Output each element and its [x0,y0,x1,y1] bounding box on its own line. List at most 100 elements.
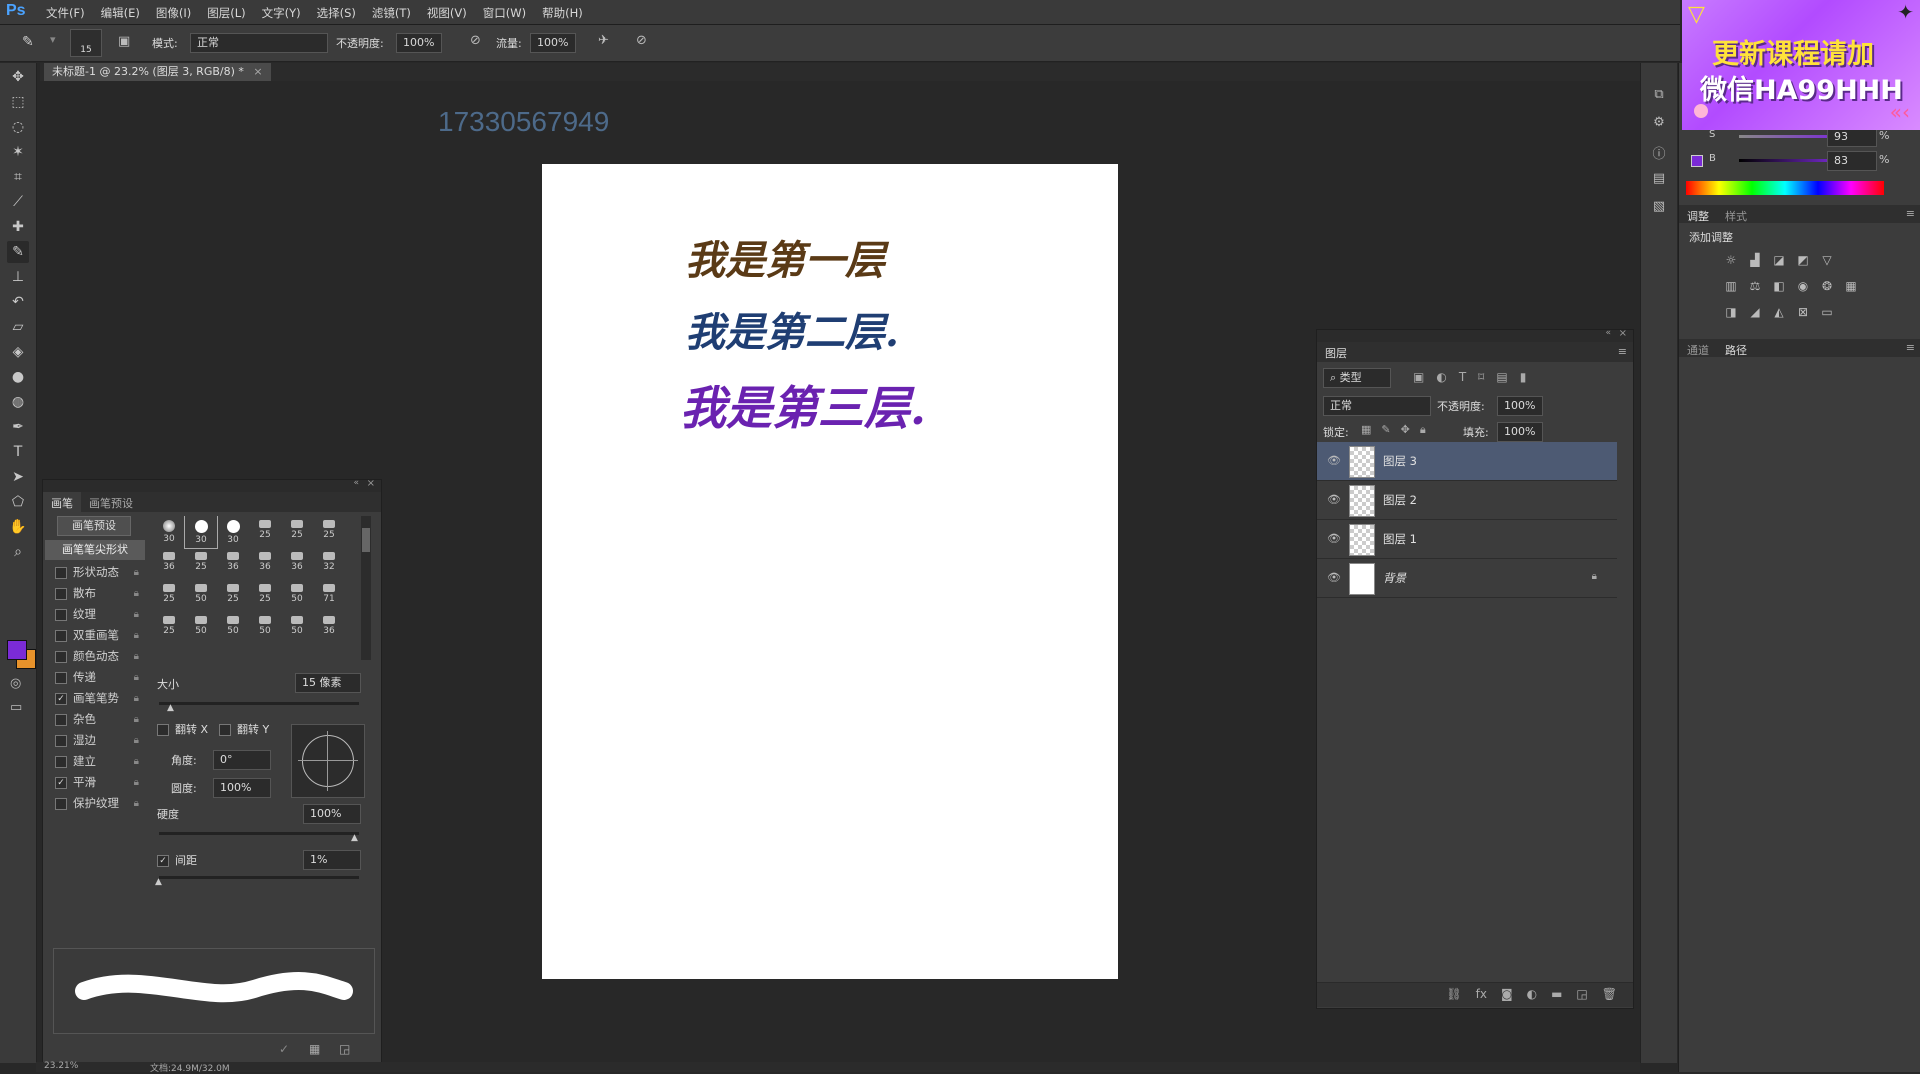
checkbox[interactable] [55,650,67,663]
hardness-input[interactable]: 100% [303,804,361,824]
brush-tip[interactable]: 25 [313,516,345,548]
pen-tool-icon[interactable]: ✒ [7,416,29,438]
hue-saturation-icon[interactable]: ▥ [1723,279,1739,293]
scroll-thumb[interactable] [362,528,370,552]
panel-menu-icon[interactable]: ≡ [1906,207,1915,220]
path-select-tool-icon[interactable]: ➤ [7,466,29,488]
lasso-tool-icon[interactable]: ◌ [7,116,29,138]
checkbox[interactable] [55,629,67,642]
brush-tip-scrollbar[interactable] [361,516,371,660]
menu-help[interactable]: 帮助(H) [542,5,583,21]
stamp-tool-icon[interactable]: ⊥ [7,266,29,288]
brush-grid-icon[interactable]: ▦ [309,1042,320,1056]
panel-menu-icon[interactable]: ≡ [1906,341,1915,354]
brush-tip[interactable]: 25 [153,580,185,612]
move-tool-icon[interactable]: ✥ [7,66,29,88]
paint-bucket-tool-icon[interactable]: ◈ [7,341,29,363]
option-wet-edges[interactable]: 湿边 🔒︎ [45,730,145,751]
tab-styles[interactable]: 样式 [1725,208,1747,224]
invert-icon[interactable]: ◨ [1723,305,1739,319]
close-icon[interactable]: × [253,65,262,78]
history-icon[interactable]: ⧉ [1650,87,1668,105]
brush-tip[interactable]: 50 [185,612,217,644]
pressure-size-icon[interactable]: ⊘ [636,33,647,48]
option-noise[interactable]: 杂色 🔒︎ [45,709,145,730]
blur-tool-icon[interactable]: ● [7,366,29,388]
shape-tool-icon[interactable]: ⬠ [7,491,29,513]
checkbox-checked[interactable]: ✓ [55,776,67,789]
checkbox[interactable] [55,587,67,600]
new-layer-icon[interactable]: ◲ [1576,987,1587,1001]
brush-tip[interactable]: 25 [249,580,281,612]
roundness-input[interactable]: 100% [213,778,271,798]
flow-input[interactable]: 100% [530,33,576,53]
color-lookup-icon[interactable]: ▦ [1843,279,1859,293]
tab-brush[interactable]: 画笔 [43,492,81,512]
brush-angle-preview[interactable] [291,724,365,798]
spacing-option[interactable]: ✓ 间距 [157,852,197,868]
lock-all-icon[interactable]: 🔒︎ [1420,423,1426,437]
black-white-icon[interactable]: ◧ [1771,279,1787,293]
checkbox[interactable] [157,724,169,736]
spacing-slider[interactable] [159,876,359,879]
gradient-map-icon[interactable]: ▭ [1819,305,1835,319]
panel-menu-icon[interactable]: ≡ [1618,345,1627,358]
size-slider[interactable] [159,702,359,705]
collapse-icon[interactable]: « [353,478,359,488]
brush-tip[interactable]: 71 [313,580,345,612]
brush-tip-selected[interactable]: 30 [184,516,218,549]
brush-tip[interactable]: 36 [313,612,345,644]
filter-type-icon[interactable]: T [1459,370,1466,384]
foreground-color-swatch[interactable] [7,640,27,660]
option-build-up[interactable]: 建立 🔒︎ [45,751,145,772]
brush-tool-icon[interactable]: ✎ [22,34,34,50]
menu-filter[interactable]: 滤镜(T) [372,5,411,21]
option-protect-texture[interactable]: 保护纹理 🔒︎ [45,793,145,814]
crop-tool-icon[interactable]: ⌗ [7,166,29,188]
airbrush-icon[interactable]: ✈ [598,33,609,48]
levels-icon[interactable]: ▟ [1747,253,1763,267]
tab-adjustments[interactable]: 调整 [1687,208,1709,224]
layer-row[interactable]: 👁︎ 图层 3 [1317,442,1617,481]
option-scattering[interactable]: 散布 🔒︎ [45,583,145,604]
checkbox[interactable] [55,734,67,747]
layer-mask-icon[interactable]: ◙ [1501,987,1513,1001]
close-icon[interactable]: × [367,478,375,489]
chevron-down-icon[interactable]: ▾ [50,33,56,46]
collapse-icon[interactable]: « [1605,328,1611,338]
selective-color-icon[interactable]: ⊠ [1795,305,1811,319]
lock-pixels-icon[interactable]: ✎ [1381,423,1390,437]
filter-adjustment-icon[interactable]: ◐ [1436,370,1446,384]
filter-kind-select[interactable]: ⌕ 类型 [1323,368,1391,388]
tab-paths[interactable]: 路径 [1725,342,1747,358]
eye-icon[interactable]: 👁︎ [1327,532,1341,545]
screen-mode-icon[interactable]: ▭ [10,700,22,715]
blend-mode-select[interactable]: 正常 [1323,396,1431,416]
info-icon[interactable]: ⓘ [1650,143,1668,162]
eyedropper-tool-icon[interactable]: ⟋ [7,191,29,213]
lock-transparent-icon[interactable]: ▦ [1361,423,1371,437]
trash-icon[interactable]: 🗑︎ [1602,987,1617,1001]
eye-icon[interactable]: 👁︎ [1327,571,1341,584]
checkbox[interactable] [55,755,67,768]
brush-tool-icon[interactable]: ✎ [7,241,29,263]
brush-tip[interactable]: 36 [281,548,313,580]
brush-panel-toggle-icon[interactable]: ▣ [118,34,130,49]
filter-shape-icon[interactable]: ⌑ [1478,370,1484,384]
menu-image[interactable]: 图像(I) [156,5,191,21]
new-group-icon[interactable]: ▬ [1551,987,1562,1001]
checkbox[interactable] [55,566,67,579]
type-tool-icon[interactable]: T [7,441,29,463]
dodge-tool-icon[interactable]: ◍ [7,391,29,413]
filter-pixel-icon[interactable]: ▣ [1413,370,1424,384]
brightness-input[interactable]: 83 [1827,151,1877,171]
menu-layer[interactable]: 图层(L) [207,5,245,21]
opacity-input[interactable]: 100% [1497,396,1543,416]
option-shape-dynamics[interactable]: 形状动态 🔒︎ [45,562,145,583]
hardness-slider[interactable] [159,832,359,835]
brush-size-picker[interactable]: 15 [70,29,102,57]
hand-tool-icon[interactable]: ✋ [7,516,29,538]
threshold-icon[interactable]: ◭ [1771,305,1787,319]
menu-file[interactable]: 文件(F) [46,5,85,21]
brush-presets-button[interactable]: 画笔预设 [57,516,131,536]
